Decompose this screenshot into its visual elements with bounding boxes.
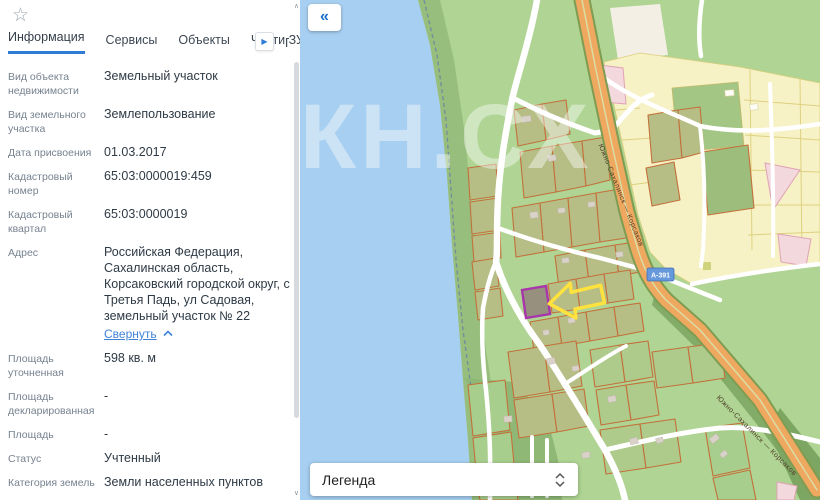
collapse-address-link[interactable]: Свернуть (104, 326, 157, 342)
field-value: - (104, 427, 109, 441)
field-label: Площадь декларированная (8, 391, 95, 417)
tab-bar: Информация Сервисы Объекты Части ЗУ Сост… (0, 28, 304, 54)
watermark-text: КН.СХ (300, 86, 592, 188)
panel-header: ☆ (0, 0, 292, 28)
field-row-area: Площадь - (8, 426, 292, 442)
field-value: Землепользование (104, 107, 216, 121)
field-value: 65:03:0000019:459 (104, 169, 212, 183)
map-svg[interactable]: Южно-Сахалинск — Корсаков Южно-Сахалинск… (300, 0, 820, 500)
tab-partial-clipped: П (285, 36, 289, 50)
field-row-area-declared: Площадь декларированная - (8, 388, 292, 418)
info-panel: ☆ Информация Сервисы Объекты Части ЗУ Со… (0, 0, 304, 500)
field-value: Учтенный (104, 451, 161, 465)
favorite-star-icon[interactable]: ☆ (12, 5, 29, 26)
field-row-cadastral-number: Кадастровый номер 65:03:0000019:459 (8, 168, 292, 198)
field-value: Российская Федерация, Сахалинская област… (104, 244, 292, 342)
scrollbar-thumb[interactable] (294, 62, 299, 418)
address-text: Российская Федерация, Сахалинская област… (104, 245, 290, 323)
field-value: - (104, 389, 109, 403)
legend-selector[interactable]: Легенда (310, 463, 578, 496)
highway-shield: А-391 (646, 267, 675, 282)
field-value: 65:03:0000019 (104, 207, 188, 221)
field-label: Статус (8, 453, 42, 465)
field-row-area-refined: Площадь уточненная 598 кв. м (8, 350, 292, 380)
field-row-land-category: Категория земель Земли населенных пункто… (8, 474, 292, 490)
field-row-address: Адрес Российская Федерация, Сахалинская … (8, 244, 292, 342)
tab-services[interactable]: Сервисы (106, 33, 158, 54)
field-row-cadastral-block: Кадастровый квартал 65:03:0000019 (8, 206, 292, 236)
field-label: Кадастровый квартал (8, 209, 73, 235)
map-canvas[interactable]: Южно-Сахалинск — Корсаков Южно-Сахалинск… (300, 0, 820, 500)
legend-label: Легенда (322, 471, 376, 488)
chevron-right-icon: ▶ (261, 36, 268, 46)
chevron-double-left-icon: « (320, 7, 329, 25)
chevron-up-icon[interactable] (163, 325, 173, 341)
sort-chevrons-icon (555, 472, 565, 487)
panel-scrollbar[interactable]: ∧ ∨ (292, 0, 300, 500)
field-row-parcel-kind: Вид земельного участка Землепользование (8, 106, 292, 136)
field-value: 01.03.2017 (104, 145, 167, 159)
field-value: 598 кв. м (104, 351, 156, 365)
field-label: Кадастровый номер (8, 171, 73, 197)
field-row-assign-date: Дата присвоения 01.03.2017 (8, 144, 292, 160)
field-row-object-type: Вид объекта недвижимости Земельный участ… (8, 68, 292, 98)
field-label: Адрес (8, 247, 39, 259)
pale-area-top (610, 4, 668, 60)
tab-objects[interactable]: Объекты (178, 33, 230, 54)
field-label: Площадь (8, 429, 54, 441)
field-label: Площадь уточненная (8, 353, 64, 379)
collapse-panel-button[interactable]: « (308, 4, 341, 31)
tab-information[interactable]: Информация (8, 30, 85, 54)
tabs-scroll-right-button[interactable]: ▶ (255, 32, 274, 51)
field-label: Дата присвоения (8, 147, 92, 159)
field-label: Категория земель (8, 477, 95, 489)
field-row-status: Статус Учтенный (8, 450, 292, 466)
field-label: Вид земельного участка (8, 109, 86, 135)
field-value: Земельный участок (104, 69, 218, 83)
cadastral-map-app: ☆ Информация Сервисы Объекты Части ЗУ Со… (0, 0, 820, 500)
scrollbar-up-icon[interactable]: ∧ (294, 3, 299, 10)
field-label: Вид объекта недвижимости (8, 71, 79, 97)
scrollbar-down-icon[interactable]: ∨ (294, 490, 299, 497)
highway-shield-text: А-391 (651, 273, 670, 280)
selected-parcel[interactable] (520, 284, 552, 320)
field-value: Земли населенных пунктов (104, 475, 263, 489)
field-list: Вид объекта недвижимости Земельный участ… (0, 54, 292, 500)
